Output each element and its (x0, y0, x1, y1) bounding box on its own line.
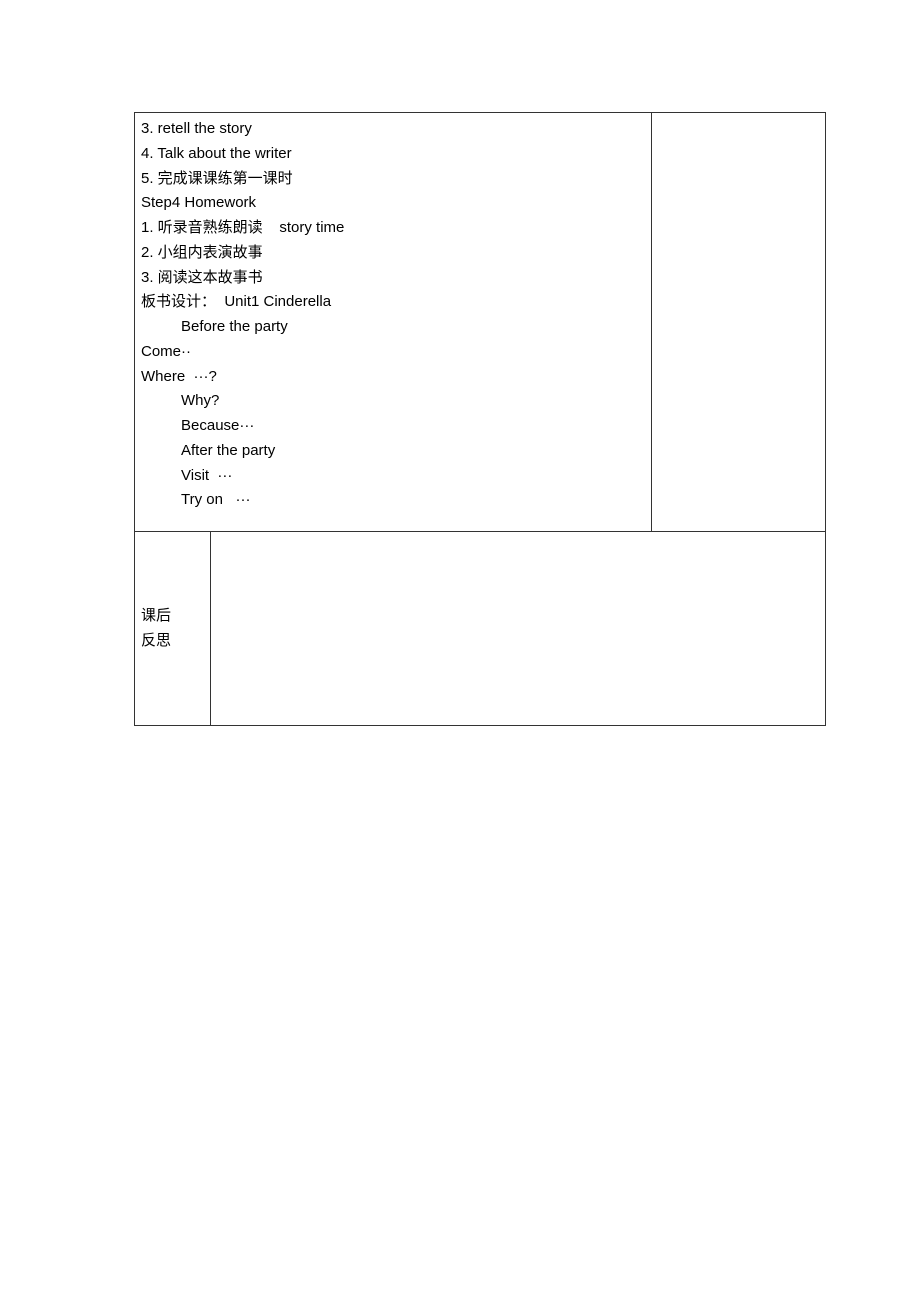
reflection-label-cell: 课后 反思 (135, 532, 211, 726)
content-line: After the party (141, 439, 645, 464)
content-line: 2. 小组内表演故事 (141, 241, 645, 266)
table-row: 3. retell the story 4. Talk about the wr… (135, 113, 826, 532)
content-line: Step4 Homework (141, 191, 645, 216)
content-line: 3. retell the story (141, 117, 645, 142)
content-line: Because··· (141, 414, 645, 439)
content-line: Visit ··· (141, 464, 645, 489)
document-page: 3. retell the story 4. Talk about the wr… (0, 0, 920, 726)
reflection-label-line: 反思 (141, 629, 210, 654)
content-line: 5. 完成课课练第一课时 (141, 167, 645, 192)
content-line: Come·· (141, 340, 645, 365)
main-content-cell: 3. retell the story 4. Talk about the wr… (135, 113, 652, 532)
content-line: 板书设计： Unit1 Cinderella (141, 290, 645, 315)
table-row: 课后 反思 (135, 532, 826, 726)
reflection-content-cell (211, 532, 826, 726)
side-cell (652, 113, 826, 532)
content-line: 4. Talk about the writer (141, 142, 645, 167)
reflection-label-line: 课后 (141, 604, 210, 629)
lesson-table: 3. retell the story 4. Talk about the wr… (134, 112, 826, 726)
content-line: Where ···? (141, 365, 645, 390)
content-line: 3. 阅读这本故事书 (141, 266, 645, 291)
content-line: Before the party (141, 315, 645, 340)
content-line: 1. 听录音熟练朗读 story time (141, 216, 645, 241)
content-line: Try on ··· (141, 488, 645, 513)
content-line: Why? (141, 389, 645, 414)
